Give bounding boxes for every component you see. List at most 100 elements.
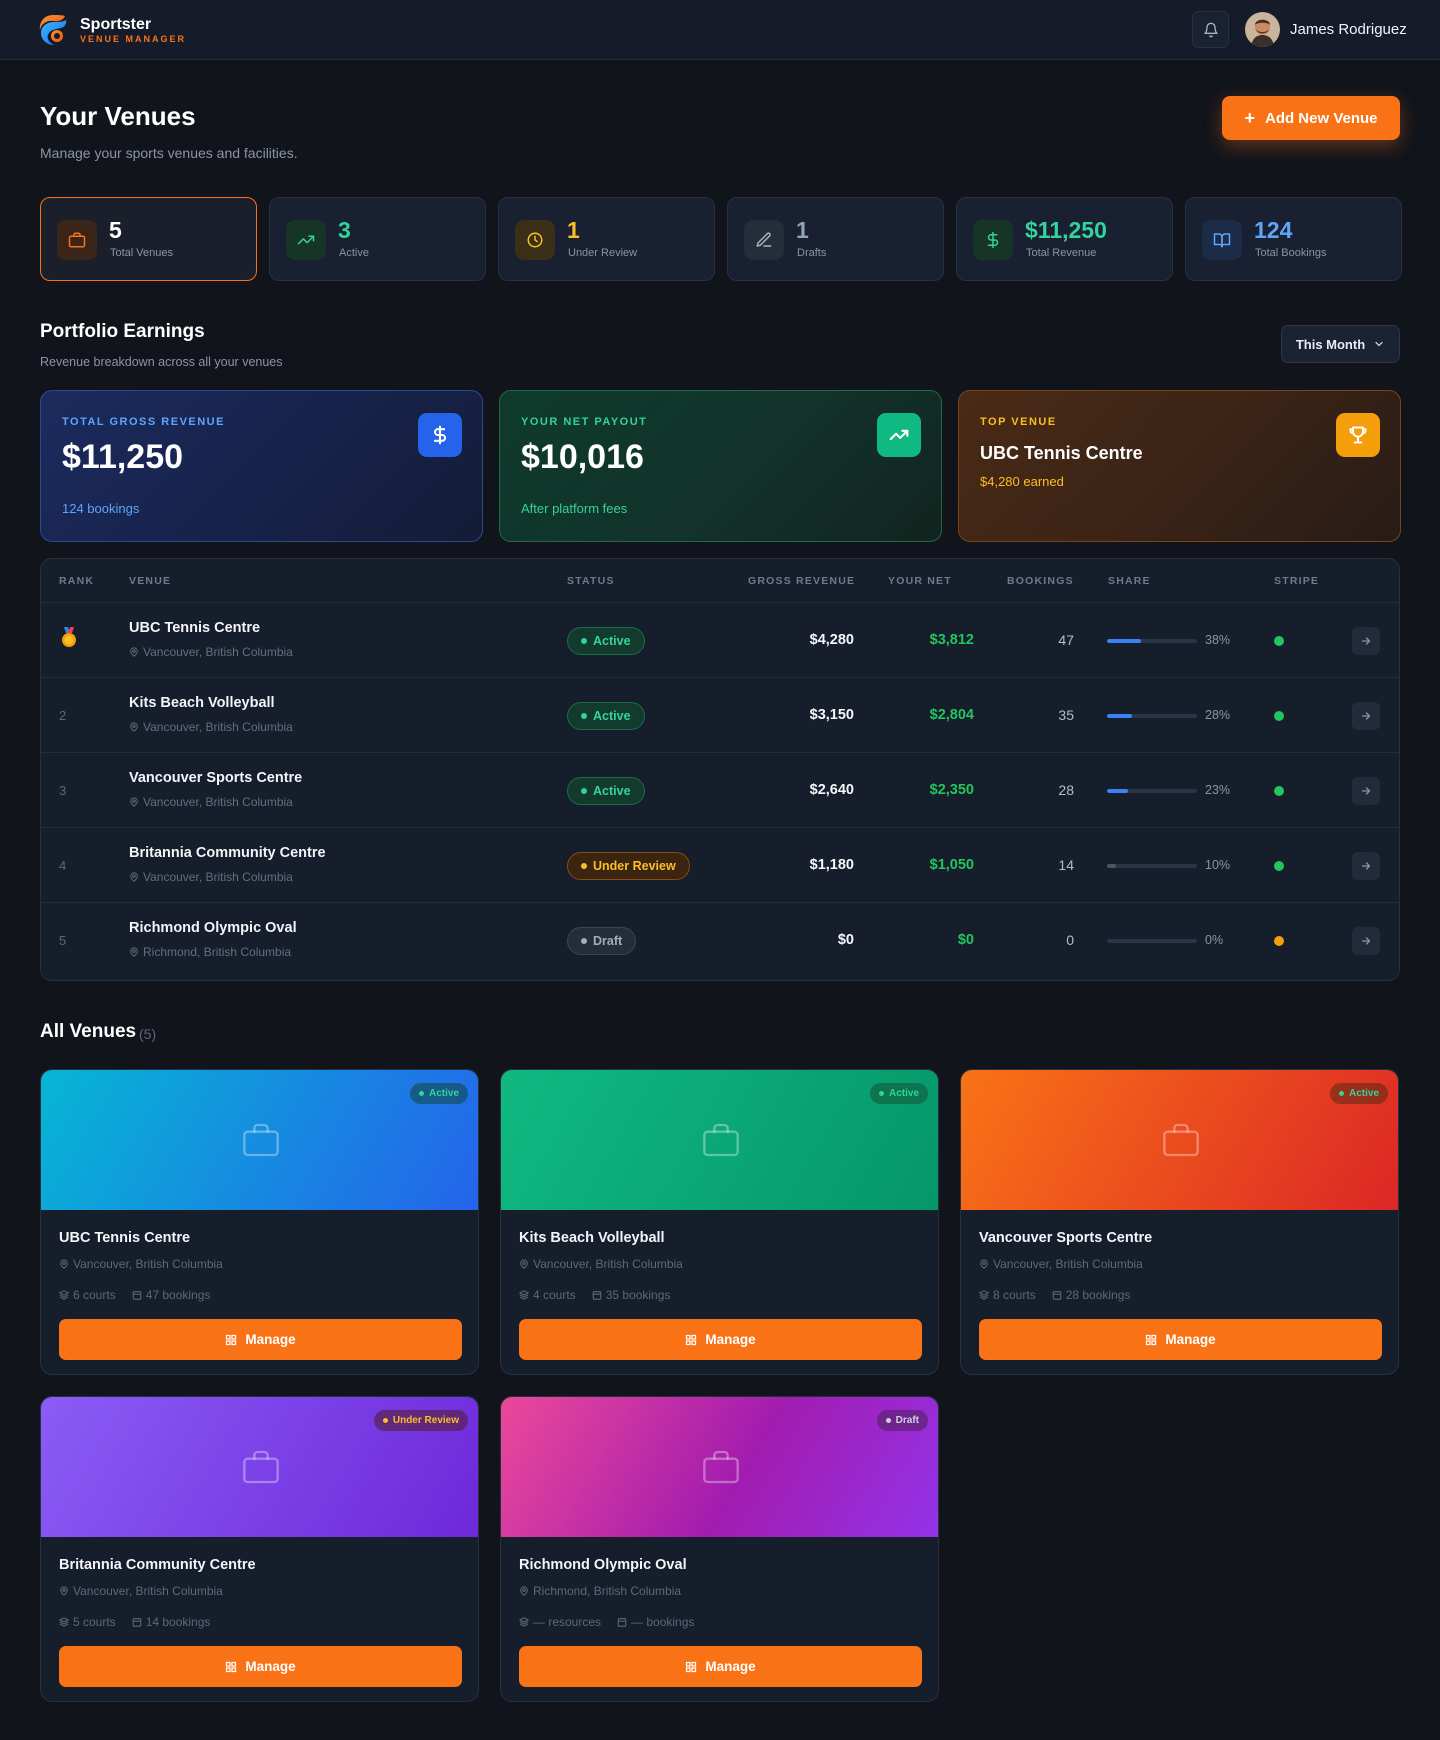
share-percent: 28%: [1205, 708, 1231, 722]
rank-number: 3: [59, 783, 67, 798]
table-row[interactable]: 5 Richmond Olympic Oval Richmond, Britis…: [41, 902, 1399, 977]
open-venue-button[interactable]: [1352, 927, 1380, 955]
table-row[interactable]: 3 Vancouver Sports Centre Vancouver, Bri…: [41, 752, 1399, 827]
map-pin-icon: [980, 1259, 988, 1269]
stat-drafts[interactable]: 1 Drafts: [727, 197, 944, 281]
briefcase-icon: [703, 1450, 739, 1484]
arrow-right-icon: [1361, 637, 1371, 645]
add-new-venue-button[interactable]: + Add New Venue: [1222, 96, 1400, 140]
venue-card-location: Vancouver, British Columbia: [59, 1584, 223, 1598]
top-venue-caption: TOP VENUE: [980, 416, 1057, 428]
open-venue-button[interactable]: [1352, 702, 1380, 730]
map-pin-icon: [130, 872, 138, 882]
venue-name: Kits Beach Volleyball: [129, 695, 275, 711]
col-rank: RANK: [59, 575, 95, 587]
map-pin-icon: [130, 722, 138, 732]
venue-card[interactable]: Active Kits Beach Volleyball Vancouver, …: [500, 1069, 939, 1375]
manage-button[interactable]: Manage: [979, 1319, 1382, 1360]
user-name[interactable]: James Rodriguez: [1290, 21, 1407, 38]
table-row[interactable]: 4 Britannia Community Centre Vancouver, …: [41, 827, 1399, 902]
gross-revenue: $2,640: [809, 782, 854, 798]
venue-name: Vancouver Sports Centre: [129, 770, 303, 786]
calendar-icon: [592, 1291, 601, 1300]
status-text: Draft: [895, 1415, 919, 1426]
notifications-button[interactable]: [1192, 11, 1229, 48]
venue-location-text: Richmond, British Columbia: [143, 945, 292, 959]
briefcase-icon: [703, 1123, 739, 1157]
stripe-status-dot: [1274, 786, 1284, 796]
briefcase-icon: [243, 1123, 279, 1157]
col-stripe: STRIPE: [1274, 575, 1320, 587]
calendar-icon: [1052, 1291, 1061, 1300]
venue-card[interactable]: Active UBC Tennis Centre Vancouver, Brit…: [40, 1069, 479, 1375]
col-your-net: YOUR NET: [888, 575, 952, 587]
status-text: Under Review: [392, 1415, 459, 1426]
grid-icon: [1146, 1334, 1157, 1345]
arrow-right-icon: [1361, 712, 1371, 720]
share-bar: [1107, 639, 1197, 643]
stat-label: Total Venues: [110, 247, 173, 259]
status-text: Active: [593, 709, 631, 723]
avatar[interactable]: [1245, 12, 1280, 47]
rank-number: 2: [59, 708, 67, 723]
layers-icon: [59, 1617, 69, 1627]
stripe-status-dot: [1274, 861, 1284, 871]
venue-card[interactable]: Active Vancouver Sports Centre Vancouver…: [960, 1069, 1399, 1375]
courts-count: 8 courts: [993, 1288, 1036, 1302]
sportster-logo-icon[interactable]: [38, 13, 68, 47]
rank-number: 4: [59, 858, 67, 873]
bookings-count: 14: [1058, 857, 1074, 873]
arrow-right-icon: [1361, 937, 1371, 945]
briefcase-icon: [1163, 1123, 1199, 1157]
manage-label: Manage: [705, 1659, 756, 1674]
trophy-icon: [1336, 413, 1380, 457]
arrow-right-icon: [1361, 862, 1371, 870]
gross-revenue-foot: 124 bookings: [62, 501, 140, 516]
venue-location: Vancouver, British Columbia: [129, 720, 293, 734]
status-badge: Under Review: [567, 852, 690, 880]
venue-card-meta: 4 courts 35 bookings: [519, 1288, 670, 1302]
location-text: Vancouver, British Columbia: [993, 1257, 1143, 1271]
manage-button[interactable]: Manage: [519, 1646, 922, 1687]
dollar-icon: [418, 413, 462, 457]
stat-active[interactable]: 3 Active: [269, 197, 486, 281]
status-text: Active: [888, 1088, 919, 1099]
stat-label: Active: [339, 247, 369, 259]
period-value: This Month: [1295, 336, 1366, 352]
stat-under-review[interactable]: 1 Under Review: [498, 197, 715, 281]
stat-value: 1: [796, 217, 809, 243]
venue-card-meta: — resources — bookings: [519, 1615, 694, 1629]
stripe-status-dot: [1274, 636, 1284, 646]
net-payout-caption: YOUR NET PAYOUT: [521, 416, 648, 428]
status-text: Under Review: [593, 859, 676, 873]
net-revenue: $3,812: [929, 632, 974, 648]
table-row[interactable]: UBC Tennis Centre Vancouver, British Col…: [41, 602, 1399, 677]
status-badge: Active: [1329, 1083, 1388, 1104]
manage-button[interactable]: Manage: [59, 1646, 462, 1687]
col-status: STATUS: [567, 575, 615, 587]
manage-button[interactable]: Manage: [519, 1319, 922, 1360]
venue-card[interactable]: Draft Richmond Olympic Oval Richmond, Br…: [500, 1396, 939, 1702]
grid-icon: [686, 1661, 697, 1672]
stat-total-bookings[interactable]: 124 Total Bookings: [1185, 197, 1402, 281]
manage-button[interactable]: Manage: [59, 1319, 462, 1360]
venue-name: Britannia Community Centre: [129, 845, 326, 861]
venue-card-banner: Active: [41, 1070, 478, 1210]
open-venue-button[interactable]: [1352, 777, 1380, 805]
venue-card[interactable]: Under Review Britannia Community Centre …: [40, 1396, 479, 1702]
all-venues-title: All Venues: [40, 1021, 137, 1042]
stat-total-revenue[interactable]: $11,250 Total Revenue: [956, 197, 1173, 281]
dollar-icon: [973, 220, 1013, 260]
period-dropdown[interactable]: This Month: [1281, 325, 1400, 363]
open-venue-button[interactable]: [1352, 627, 1380, 655]
open-venue-button[interactable]: [1352, 852, 1380, 880]
table-row[interactable]: 2 Kits Beach Volleyball Vancouver, Briti…: [41, 677, 1399, 752]
venue-location-text: Vancouver, British Columbia: [143, 870, 293, 884]
venue-card-banner: Under Review: [41, 1397, 478, 1537]
calendar-icon: [132, 1291, 141, 1300]
page-subtitle: Manage your sports venues and facilities…: [40, 145, 298, 161]
stat-value: 5: [109, 217, 122, 243]
stat-total-venues[interactable]: 5 Total Venues: [40, 197, 257, 281]
map-pin-icon: [520, 1586, 528, 1596]
col-share: SHARE: [1108, 575, 1151, 587]
